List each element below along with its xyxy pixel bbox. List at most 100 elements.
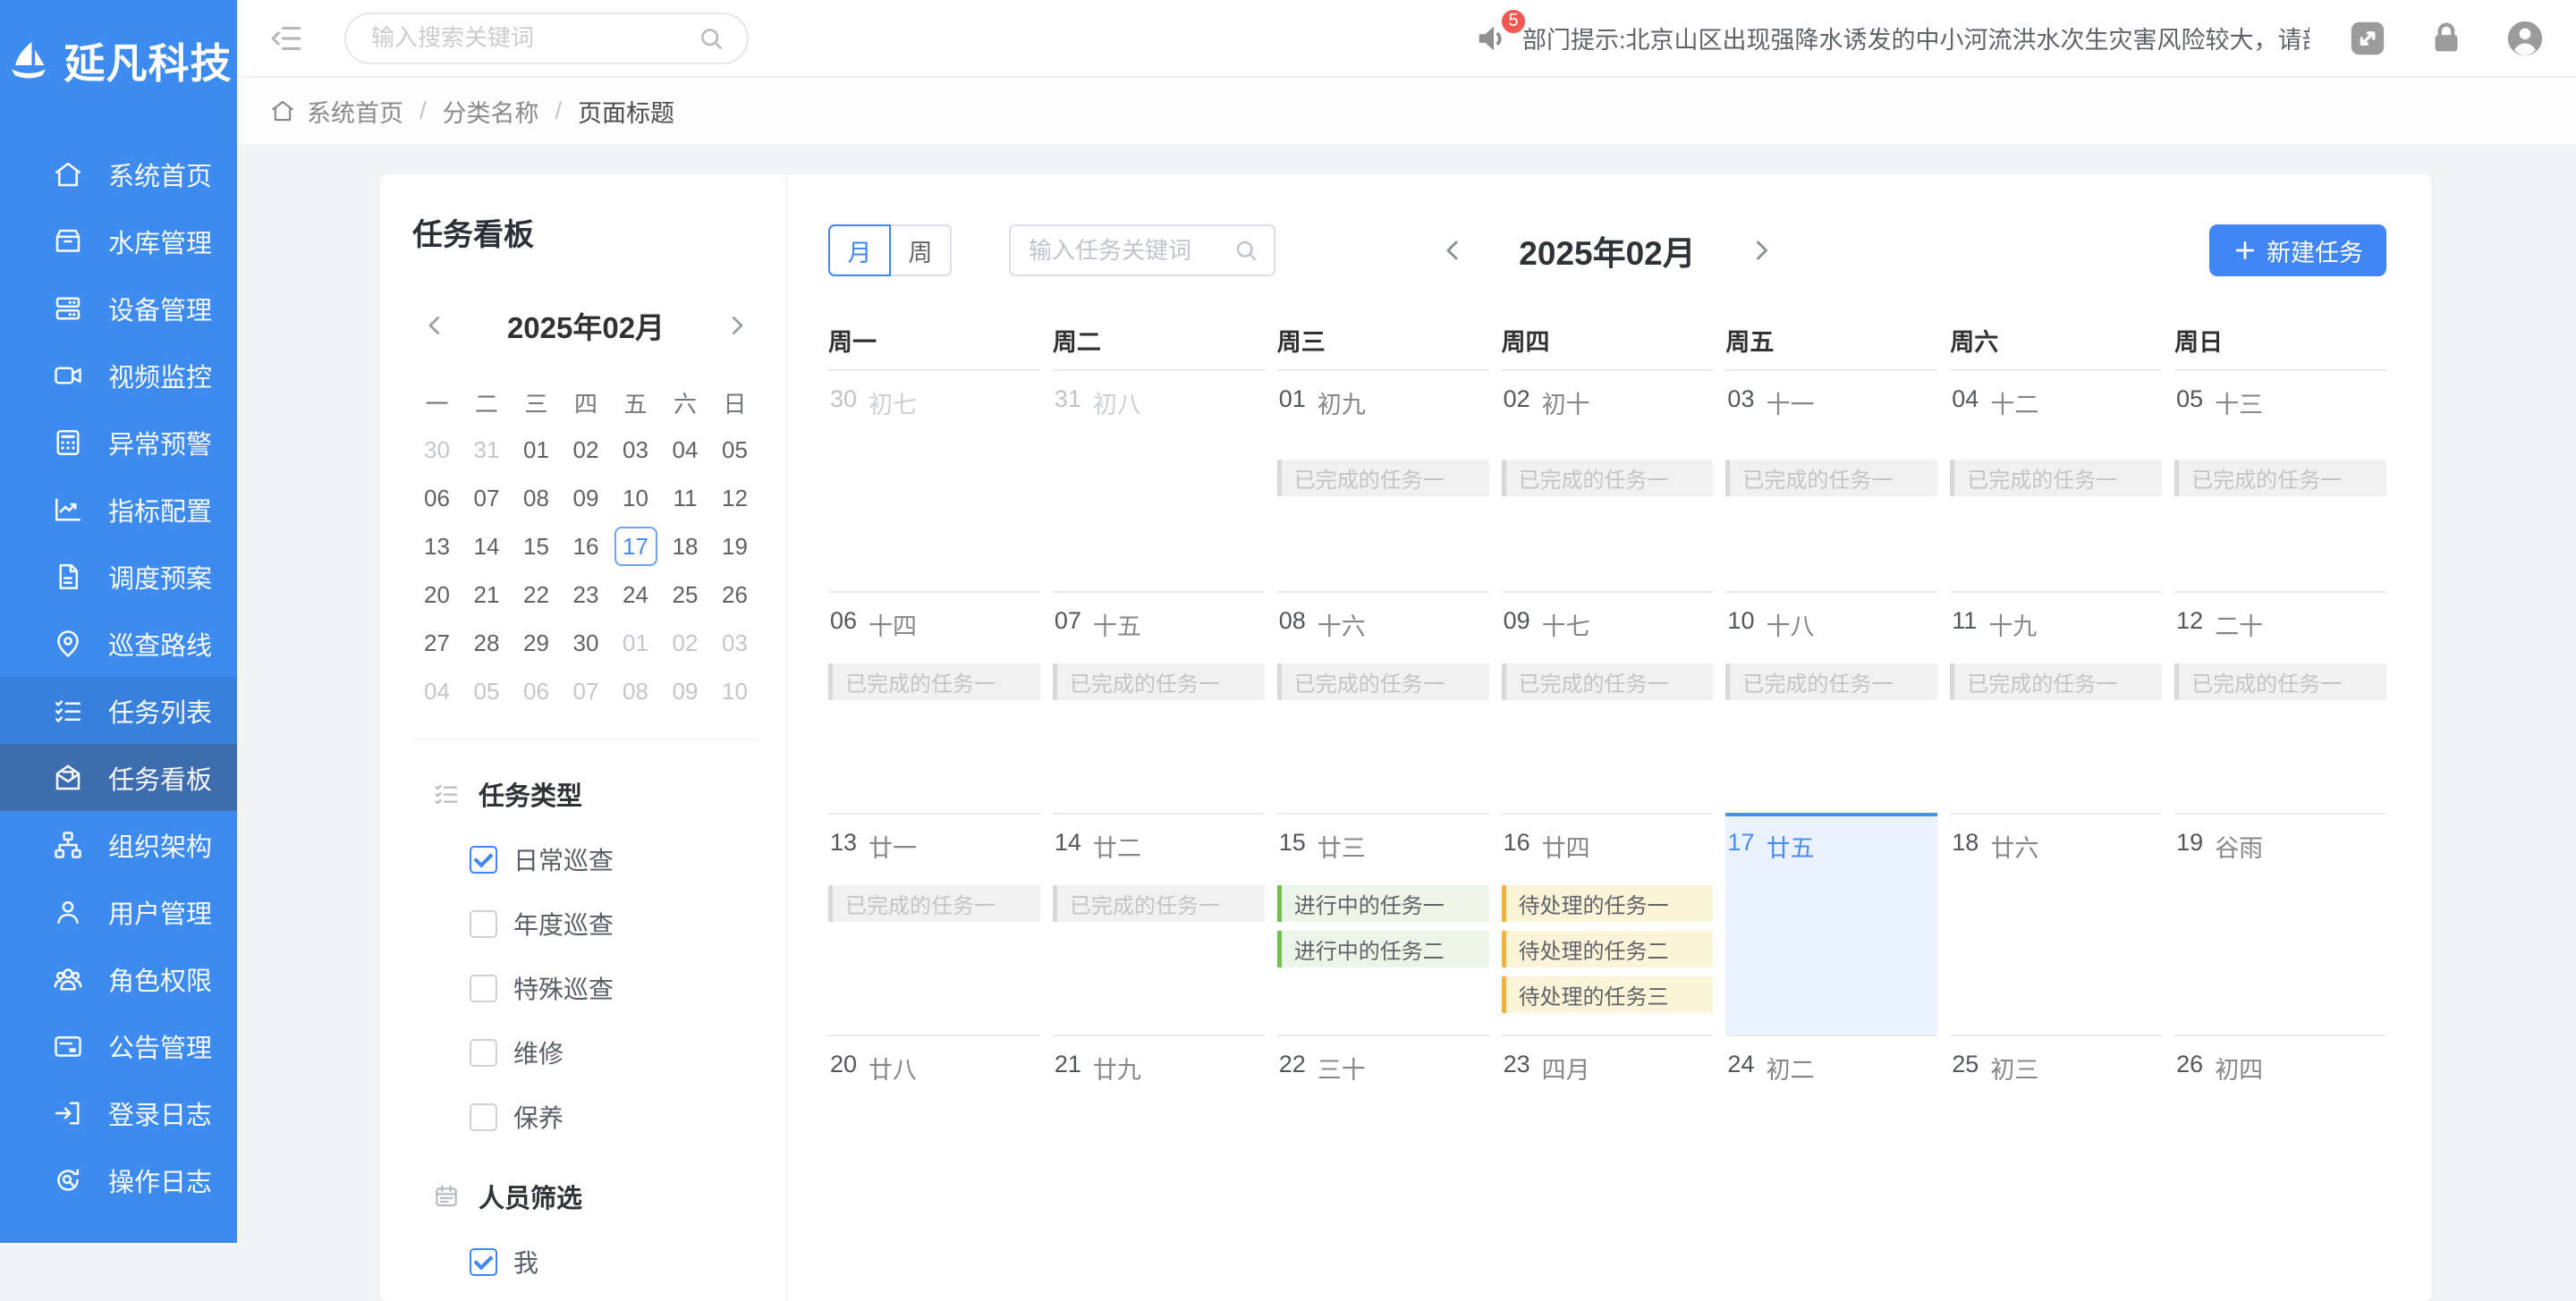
mini-calendar-day[interactable]: 06: [412, 474, 462, 522]
mini-calendar-day[interactable]: 06: [512, 667, 561, 715]
calendar-day-cell[interactable]: 11 十九 已完成的任务一: [1950, 591, 2162, 813]
task-chip[interactable]: 已完成的任务一: [1277, 663, 1489, 700]
sidebar-item[interactable]: 用户管理: [0, 878, 237, 945]
mini-calendar-day[interactable]: 01: [611, 619, 660, 667]
task-chip[interactable]: 已完成的任务一: [2174, 460, 2386, 496]
mini-calendar-day[interactable]: 24: [611, 570, 660, 619]
mini-calendar-day[interactable]: 09: [661, 667, 710, 715]
task-chip[interactable]: 已完成的任务一: [1725, 663, 1937, 700]
collapse-sidebar-icon[interactable]: [267, 20, 305, 57]
calendar-day-cell[interactable]: 07 十五 已完成的任务一: [1053, 591, 1265, 813]
mini-calendar-day[interactable]: 10: [710, 667, 759, 715]
person-checkbox-row[interactable]: 我: [470, 1244, 759, 1280]
logo[interactable]: 延凡科技: [0, 0, 237, 121]
mini-calendar-day[interactable]: 05: [710, 426, 759, 474]
sidebar-item[interactable]: 组织架构: [0, 811, 237, 878]
checkbox[interactable]: [470, 910, 497, 938]
mini-calendar-day[interactable]: 12: [710, 474, 759, 522]
checkbox[interactable]: [470, 846, 497, 874]
task-type-checkbox-row[interactable]: 维修: [470, 1035, 759, 1070]
sidebar-item[interactable]: 任务列表: [0, 677, 237, 744]
calendar-day-cell[interactable]: 24 初二: [1725, 1035, 1937, 1256]
checkbox[interactable]: [470, 1248, 497, 1276]
task-chip[interactable]: 已完成的任务一: [2174, 663, 2386, 700]
task-type-checkbox-row[interactable]: 年度巡查: [470, 906, 759, 942]
task-chip[interactable]: 进行中的任务一: [1277, 885, 1489, 922]
mini-calendar-day[interactable]: 02: [661, 619, 710, 667]
calendar-day-cell[interactable]: 26 初四: [2174, 1035, 2386, 1256]
search-icon[interactable]: [697, 24, 725, 53]
sidebar-item[interactable]: 巡查路线: [0, 610, 237, 677]
global-search[interactable]: [344, 13, 749, 64]
mini-calendar-next-icon[interactable]: [722, 310, 752, 341]
calendar-day-cell[interactable]: 04 十二 已完成的任务一: [1950, 369, 2162, 591]
mini-calendar-day[interactable]: 04: [661, 426, 710, 474]
view-week-button[interactable]: 周: [889, 224, 952, 276]
calendar-day-cell[interactable]: 20 廿八: [828, 1035, 1040, 1256]
task-chip[interactable]: 已完成的任务一: [1950, 663, 2162, 700]
mini-calendar-day[interactable]: 14: [462, 522, 512, 570]
calendar-day-cell[interactable]: 18 廿六: [1950, 813, 2162, 1035]
task-type-checkbox-row[interactable]: 保养: [470, 1099, 759, 1135]
task-type-checkbox-row[interactable]: 特殊巡查: [470, 970, 759, 1006]
mini-calendar-prev-icon[interactable]: [419, 310, 450, 341]
calendar-day-cell[interactable]: 30 初七: [828, 369, 1040, 591]
task-chip[interactable]: 已完成的任务一: [1725, 460, 1937, 496]
calendar-day-cell[interactable]: 03 十一 已完成的任务一: [1725, 369, 1937, 591]
mini-calendar-day[interactable]: 16: [562, 522, 611, 570]
calendar-day-cell[interactable]: 05 十三 已完成的任务一: [2174, 369, 2386, 591]
calendar-day-cell[interactable]: 09 十七 已完成的任务一: [1502, 591, 1714, 813]
mini-calendar-day[interactable]: 20: [412, 570, 462, 619]
mini-calendar-day[interactable]: 30: [562, 619, 611, 667]
mini-calendar-day[interactable]: 17: [611, 522, 660, 570]
task-chip[interactable]: 已完成的任务一: [828, 663, 1040, 700]
mini-calendar-day[interactable]: 03: [710, 619, 759, 667]
task-search-input[interactable]: [1029, 237, 1233, 265]
sidebar-item[interactable]: 水库管理: [0, 207, 237, 275]
calendar-day-cell[interactable]: 13 廿一 已完成的任务一: [828, 813, 1040, 1035]
calendar-day-cell[interactable]: 10 十八 已完成的任务一: [1725, 591, 1937, 813]
lock-icon[interactable]: [2426, 18, 2467, 59]
task-chip[interactable]: 待处理的任务二: [1502, 931, 1714, 967]
calendar-day-cell[interactable]: 16 廿四 待处理的任务一 待处理的任务二 待处理的任务三: [1502, 813, 1714, 1035]
fullscreen-icon[interactable]: [2347, 18, 2388, 59]
mini-calendar-day[interactable]: 23: [562, 570, 611, 619]
sidebar-item[interactable]: 设备管理: [0, 275, 237, 342]
global-search-input[interactable]: [371, 24, 697, 52]
mini-calendar-day[interactable]: 15: [512, 522, 561, 570]
mini-calendar-day[interactable]: 01: [512, 426, 561, 474]
calendar-day-cell[interactable]: 25 初三: [1950, 1035, 2162, 1256]
mini-calendar-day[interactable]: 02: [562, 426, 611, 474]
mini-calendar-day[interactable]: 11: [661, 474, 710, 522]
task-chip[interactable]: 已完成的任务一: [1053, 885, 1265, 922]
mini-calendar-day[interactable]: 18: [661, 522, 710, 570]
task-chip[interactable]: 已完成的任务一: [1950, 460, 2162, 496]
sidebar-item[interactable]: 角色权限: [0, 945, 237, 1012]
breadcrumb-item[interactable]: 系统首页: [307, 94, 403, 129]
calendar-day-cell[interactable]: 02 初十 已完成的任务一: [1502, 369, 1714, 591]
calendar-day-cell[interactable]: 01 初九 已完成的任务一: [1277, 369, 1489, 591]
calendar-day-cell[interactable]: 14 廿二 已完成的任务一: [1053, 813, 1265, 1035]
task-chip[interactable]: 已完成的任务一: [1053, 663, 1265, 700]
task-chip[interactable]: 已完成的任务一: [1502, 460, 1714, 496]
mini-calendar-day[interactable]: 09: [562, 474, 611, 522]
calendar-day-cell[interactable]: 19 谷雨: [2174, 813, 2386, 1035]
breadcrumb-item[interactable]: 分类名称: [443, 94, 539, 129]
checkbox[interactable]: [470, 1103, 497, 1131]
mini-calendar-day[interactable]: 22: [512, 570, 561, 619]
task-chip[interactable]: 已完成的任务一: [828, 885, 1040, 922]
mini-calendar-day[interactable]: 29: [512, 619, 561, 667]
calendar-day-cell[interactable]: 12 二十 已完成的任务一: [2174, 591, 2386, 813]
sidebar-item[interactable]: 系统首页: [0, 140, 237, 207]
sidebar-item[interactable]: 异常预警: [0, 409, 237, 476]
mini-calendar-day[interactable]: 10: [611, 474, 660, 522]
mini-calendar-day[interactable]: 08: [611, 667, 660, 715]
mini-calendar-day[interactable]: 31: [462, 426, 512, 474]
checkbox[interactable]: [470, 1039, 497, 1067]
task-search-icon[interactable]: [1233, 237, 1259, 264]
sidebar-item[interactable]: 调度预案: [0, 543, 237, 610]
sidebar-item[interactable]: 操作日志: [0, 1146, 237, 1213]
calendar-day-cell[interactable]: 22 三十: [1277, 1035, 1489, 1256]
calendar-day-cell[interactable]: 31 初八: [1053, 369, 1265, 591]
next-month-icon[interactable]: [1746, 234, 1778, 266]
